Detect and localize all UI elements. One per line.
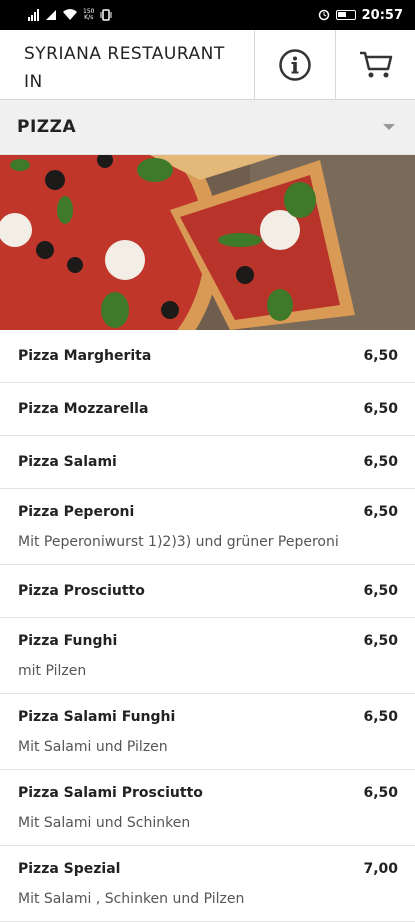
menu-item[interactable]: Pizza Mozzarella 6,50 [0,383,415,436]
category-selector[interactable]: PIZZA [0,100,415,155]
chevron-down-icon [383,124,395,130]
item-name: Pizza Peperoni [18,504,135,520]
vibrate-icon [100,9,112,21]
item-description: Mit Peperoniwurst 1)2)3) und grüner Pepe… [18,534,339,550]
status-right: 20:57 [318,8,403,23]
alarm-icon [318,9,329,21]
item-price: 6,50 [363,454,398,470]
network-speed: 150 K/s [83,8,95,21]
item-name: Pizza Salami Prosciutto [18,785,203,801]
status-bar: 150 K/s 20:57 [0,0,415,30]
cart-button[interactable] [335,30,415,99]
item-name: Pizza Mozzarella [18,401,149,417]
item-description: Mit Salami und Schinken [18,815,191,831]
item-price: 6,50 [363,504,398,520]
menu-item[interactable]: Pizza Salami Prosciutto 6,50 Mit Salami u… [0,770,415,846]
menu-item[interactable]: Pizza Salami 6,50 [0,436,415,489]
item-price: 6,50 [363,633,398,649]
cart-icon [359,51,392,77]
item-price: 6,50 [363,348,398,364]
item-price: 6,50 [363,401,398,417]
item-price: 6,50 [363,785,398,801]
item-name: Pizza Salami Funghi [18,709,176,725]
item-price: 6,50 [363,709,398,725]
status-time: 20:57 [361,7,403,23]
app-header: SYRIANA RESTAURANT IN [0,30,415,100]
item-price: 7,00 [363,861,398,877]
item-description: Mit Salami , Schinken und Pilzen [18,891,245,907]
item-description: mit Pilzen [18,663,87,679]
pizza-image [0,155,415,330]
item-name: Pizza Prosciutto [18,583,145,599]
item-name: Pizza Funghi [18,633,118,649]
item-price: 6,50 [363,583,398,599]
menu-list: Pizza Margherita 6,50 Pizza Mozzarella 6,5… [0,330,415,922]
signal-icon [46,10,56,20]
menu-item[interactable]: Pizza Margherita 6,50 [0,330,415,383]
menu-item[interactable]: Pizza Salami Funghi 6,50 Mit Salami und P… [0,694,415,770]
item-name: Pizza Margherita [18,348,152,364]
info-icon [279,48,311,81]
menu-item[interactable]: Pizza Funghi 6,50 mit Pilzen [0,618,415,694]
signal-icon [28,9,39,21]
category-label: PIZZA [17,117,77,137]
item-description: Mit Salami und Pilzen [18,739,168,755]
restaurant-title: SYRIANA RESTAURANT IN [24,44,225,92]
menu-item[interactable]: Pizza Prosciutto 6,50 [0,565,415,618]
info-button[interactable] [254,30,335,99]
menu-item[interactable]: Pizza Peperoni 6,50 Mit Peperoniwurst 1)2… [0,489,415,565]
menu-item[interactable]: Pizza Spezial 7,00 Mit Salami , Schinken … [0,846,415,922]
item-name: Pizza Salami [18,454,117,470]
item-name: Pizza Spezial [18,861,121,877]
category-image [0,155,415,330]
wifi-icon [63,9,77,20]
status-left: 150 K/s [28,9,112,21]
battery-icon [335,10,356,20]
